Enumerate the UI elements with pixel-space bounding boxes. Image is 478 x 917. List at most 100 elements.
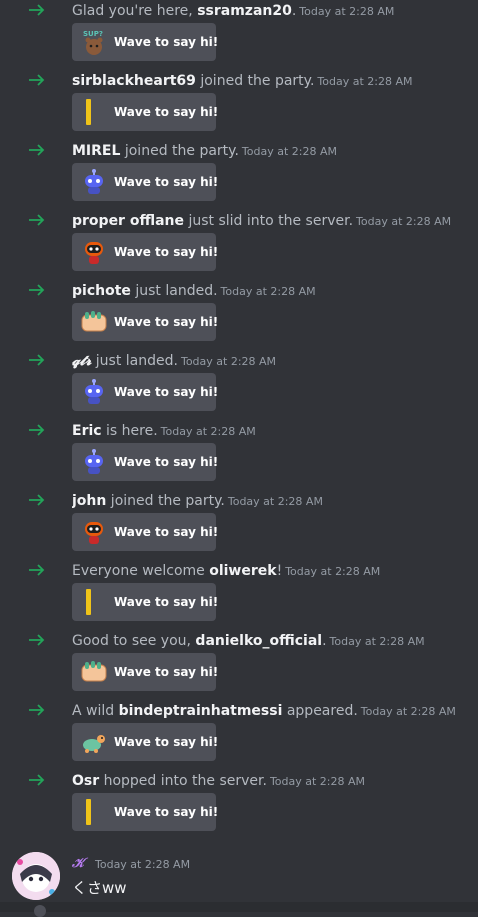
join-message: john joined the party. Today at 2:28 AM W… <box>0 490 478 560</box>
message-timestamp[interactable]: Today at 2:28 AM <box>95 858 190 871</box>
username[interactable]: MIREL <box>72 143 120 159</box>
timestamp[interactable]: Today at 2:28 AM <box>221 285 316 298</box>
yellow-bar-sticker <box>78 796 110 828</box>
wave-button[interactable]: Wave to say hi! <box>72 583 218 621</box>
username[interactable]: oliwerek <box>209 563 276 579</box>
waving-hand-sticker <box>78 306 110 338</box>
wave-button[interactable]: Wave to say hi! <box>72 233 218 271</box>
join-suffix: . <box>322 633 327 649</box>
wave-label: Wave to say hi! <box>114 455 219 469</box>
timestamp[interactable]: Today at 2:28 AM <box>317 75 412 88</box>
arrow-right-icon <box>29 354 45 366</box>
join-message: Eric is here. Today at 2:28 AM Wave to sa… <box>0 420 478 490</box>
join-text: 𝓺𝓽𝓻 just landed. Today at 2:28 AM <box>72 351 474 372</box>
sup-bear-sticker: SUP? <box>78 26 110 58</box>
join-prefix: Everyone welcome <box>72 563 210 579</box>
arrow-right-icon <box>29 704 45 716</box>
join-message: pichote just landed. Today at 2:28 AM Wav… <box>0 280 478 350</box>
wave-label: Wave to say hi! <box>114 175 219 189</box>
arrow-right-icon <box>29 424 45 436</box>
username[interactable]: bindeptrainhatmessi <box>119 703 283 719</box>
join-message: Good to see you, danielko_official. Today… <box>0 630 478 700</box>
join-suffix: hopped into the server. <box>99 773 267 789</box>
join-suffix: appeared. <box>282 703 358 719</box>
message-author[interactable]: 𝒦 <box>72 856 84 871</box>
red-robot-sticker <box>78 516 110 548</box>
join-message: sirblackheart69 joined the party. Today a… <box>0 70 478 140</box>
join-prefix: A wild <box>72 703 119 719</box>
arrow-right-icon <box>29 774 45 786</box>
join-message: Everyone welcome oliwerek! Today at 2:28 … <box>0 560 478 630</box>
wave-button[interactable]: SUP? Wave to say hi! <box>72 23 218 61</box>
arrow-right-icon <box>29 494 45 506</box>
wave-label: Wave to say hi! <box>114 735 219 749</box>
username[interactable]: Eric <box>72 423 102 439</box>
message-feed: Glad you're here, ssramzan20. Today at 2:… <box>0 0 478 831</box>
join-message: Osr hopped into the server. Today at 2:28… <box>0 770 478 840</box>
timestamp[interactable]: Today at 2:28 AM <box>228 495 323 508</box>
join-suffix: joined the party. <box>120 143 239 159</box>
join-suffix: just slid into the server. <box>184 213 354 229</box>
join-text: MIREL joined the party. Today at 2:28 AM <box>72 141 474 162</box>
timestamp[interactable]: Today at 2:28 AM <box>299 5 394 18</box>
join-message: Glad you're here, ssramzan20. Today at 2:… <box>0 0 478 70</box>
username[interactable]: john <box>72 493 106 509</box>
timestamp[interactable]: Today at 2:28 AM <box>330 635 425 648</box>
username[interactable]: proper offlane <box>72 213 184 229</box>
join-text: Osr hopped into the server. Today at 2:28… <box>72 771 474 792</box>
yellow-bar-sticker <box>78 96 110 128</box>
turtle-sticker <box>78 726 110 758</box>
wave-button[interactable]: Wave to say hi! <box>72 163 219 201</box>
username[interactable]: sirblackheart69 <box>72 73 196 89</box>
wave-button[interactable]: Wave to say hi! <box>72 793 219 831</box>
avatar-edge <box>34 905 46 917</box>
join-text: pichote just landed. Today at 2:28 AM <box>72 281 474 302</box>
timestamp[interactable]: Today at 2:28 AM <box>361 705 456 718</box>
timestamp[interactable]: Today at 2:28 AM <box>285 565 380 578</box>
username[interactable]: danielko_official <box>195 633 322 649</box>
wave-button[interactable]: Wave to say hi! <box>72 653 218 691</box>
arrow-right-icon <box>29 284 45 296</box>
join-message: A wild bindeptrainhatmessi appeared. Toda… <box>0 700 478 770</box>
join-text: proper offlane just slid into the server… <box>72 211 474 232</box>
wave-button[interactable]: Wave to say hi! <box>72 443 219 481</box>
composer-edge <box>0 902 478 917</box>
join-text: john joined the party. Today at 2:28 AM <box>72 491 474 512</box>
arrow-right-icon <box>29 564 45 576</box>
wave-label: Wave to say hi! <box>114 525 219 539</box>
timestamp[interactable]: Today at 2:28 AM <box>242 145 337 158</box>
waving-hand-sticker <box>78 656 110 688</box>
arrow-right-icon <box>29 214 45 226</box>
avatar[interactable] <box>12 852 60 900</box>
wave-label: Wave to say hi! <box>114 105 219 119</box>
join-text: Good to see you, danielko_official. Today… <box>72 631 474 652</box>
arrow-right-icon <box>29 634 45 646</box>
username[interactable]: pichote <box>72 283 131 299</box>
timestamp[interactable]: Today at 2:28 AM <box>181 355 276 368</box>
arrow-right-icon <box>29 74 45 86</box>
arrow-right-icon <box>29 4 45 16</box>
timestamp[interactable]: Today at 2:28 AM <box>356 215 451 228</box>
message-text: くさww <box>72 879 127 897</box>
join-suffix: is here. <box>101 423 158 439</box>
wave-button[interactable]: Wave to say hi! <box>72 93 219 131</box>
yellow-bar-sticker <box>78 586 110 618</box>
join-suffix: joined the party. <box>106 493 225 509</box>
blue-robot-sticker <box>78 376 110 408</box>
wave-button[interactable]: Wave to say hi! <box>72 513 219 551</box>
timestamp[interactable]: Today at 2:28 AM <box>161 425 256 438</box>
username[interactable]: ssramzan20 <box>197 3 292 19</box>
username[interactable]: Osr <box>72 773 99 789</box>
join-prefix: Glad you're here, <box>72 3 198 19</box>
username[interactable]: 𝓺𝓽𝓻 <box>72 353 91 369</box>
wave-button[interactable]: Wave to say hi! <box>72 373 218 411</box>
join-text: Glad you're here, ssramzan20. Today at 2:… <box>72 1 474 22</box>
svg-text:SUP?: SUP? <box>83 30 103 38</box>
wave-button[interactable]: Wave to say hi! <box>72 723 219 761</box>
join-suffix: just landed. <box>91 353 178 369</box>
wave-button[interactable]: Wave to say hi! <box>72 303 218 341</box>
timestamp[interactable]: Today at 2:28 AM <box>270 775 365 788</box>
wave-label: Wave to say hi! <box>114 805 219 819</box>
join-text: Everyone welcome oliwerek! Today at 2:28 … <box>72 561 474 582</box>
arrow-right-icon <box>29 144 45 156</box>
